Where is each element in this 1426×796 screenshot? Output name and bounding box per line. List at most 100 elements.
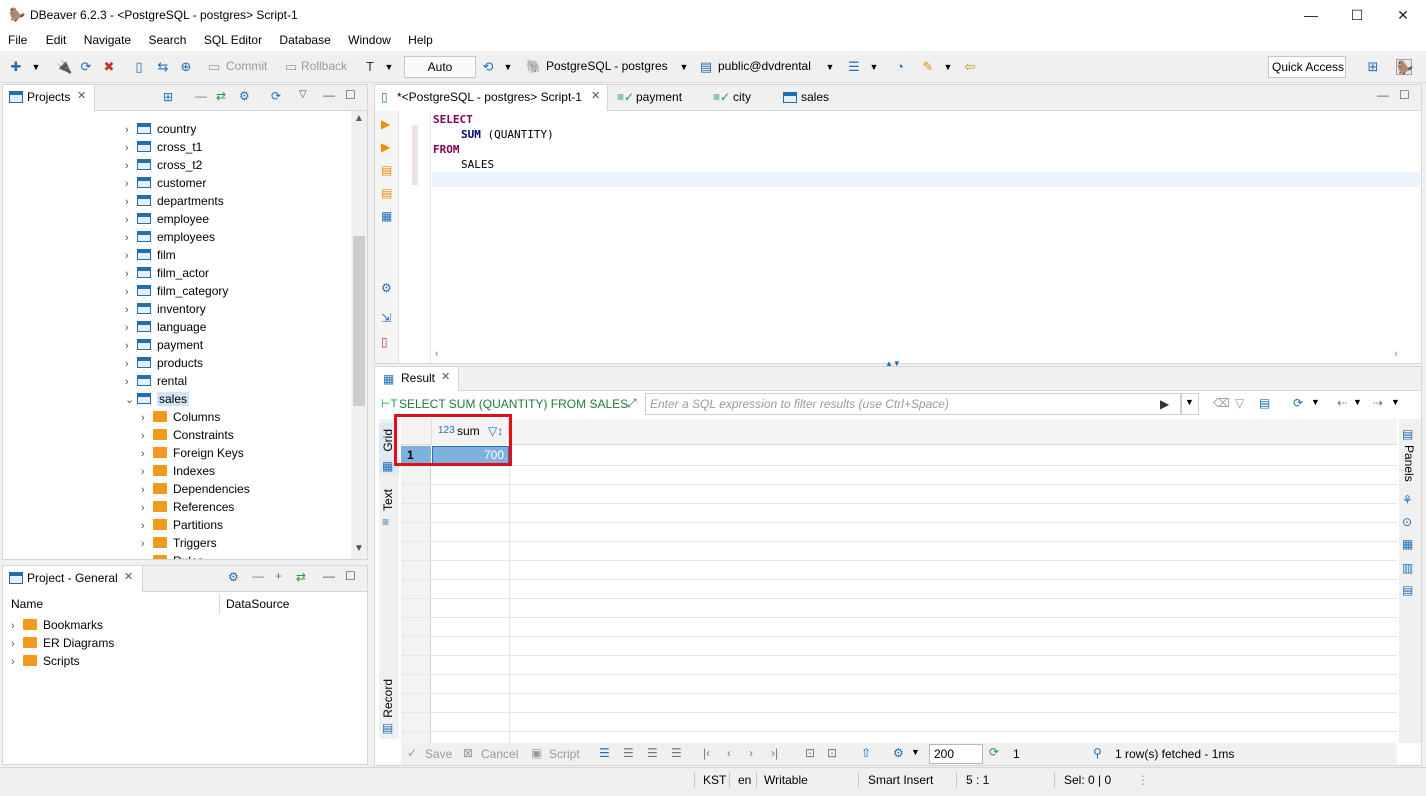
dashboard-icon[interactable]: ◔	[892, 59, 908, 75]
tree-item-customer[interactable]: › customer	[125, 174, 206, 192]
close-icon[interactable]: ✕	[124, 570, 133, 583]
chevron-right-icon[interactable]: ›	[125, 319, 137, 337]
chevron-right-icon[interactable]: ›	[141, 409, 153, 427]
chevron-right-icon[interactable]: ›	[125, 157, 137, 175]
tree-item-language[interactable]: › language	[125, 318, 206, 336]
scrollbar-thumb[interactable]	[353, 236, 365, 406]
chevron-right-icon[interactable]: ›	[125, 265, 137, 283]
tree-item-employees[interactable]: › employees	[125, 228, 215, 246]
metadata-icon[interactable]: ▥	[1402, 561, 1413, 575]
tools-icon[interactable]: ✎	[920, 59, 936, 75]
collapse-all-icon[interactable]: —	[195, 89, 207, 103]
tree-item-cross-t1[interactable]: › cross_t1	[125, 138, 202, 156]
chevron-right-icon[interactable]: ›	[125, 229, 137, 247]
panels-label[interactable]: Panels	[1402, 445, 1416, 482]
filter-history-dropdown[interactable]: ▼	[1181, 393, 1199, 415]
tree-item-rules[interactable]: › Rules	[141, 552, 204, 559]
invalidate-reconnect-icon[interactable]: ⟳	[78, 59, 94, 75]
tree-scrollbar[interactable]: ▲ ▼	[351, 111, 367, 559]
tab-text-view[interactable]: Text ≡	[379, 485, 399, 535]
tree-item-columns[interactable]: › Columns	[141, 408, 220, 426]
open-perspective-icon[interactable]: ⊞	[1365, 59, 1381, 75]
disconnect-icon[interactable]: ✖	[101, 59, 117, 75]
outline-icon[interactable]: ☰	[846, 59, 862, 75]
rollback-icon[interactable]: ▭	[283, 59, 299, 75]
chevron-down-icon[interactable]: ▼	[911, 747, 920, 757]
close-icon[interactable]: ✕	[77, 89, 86, 102]
edit-row-icon[interactable]: ☰	[599, 746, 610, 760]
chevron-down-icon[interactable]: ▼	[381, 59, 397, 75]
chevron-right-icon[interactable]: ›	[125, 193, 137, 211]
tree-item-partitions[interactable]: › Partitions	[141, 516, 223, 534]
first-page-icon[interactable]: |‹	[703, 746, 710, 760]
chevron-down-icon[interactable]: ▼	[1391, 397, 1400, 407]
tree-item-references[interactable]: › References	[141, 498, 234, 516]
refresh-icon[interactable]: ⟳	[1293, 396, 1303, 410]
menu-edit[interactable]: Edit	[46, 31, 67, 47]
tab-projects[interactable]: Projects ✕	[3, 85, 95, 111]
chevron-down-icon[interactable]: ▼	[676, 59, 692, 75]
chevron-right-icon[interactable]: ›	[141, 427, 153, 445]
chevron-down-icon[interactable]: ▼	[500, 59, 516, 75]
cancel-button[interactable]: Cancel	[481, 747, 518, 761]
chevron-down-icon[interactable]: ▼	[28, 59, 44, 75]
general-item-bookmarks[interactable]: › Bookmarks	[11, 618, 103, 632]
chevron-right-icon[interactable]: ›	[125, 175, 137, 193]
execute-statement-icon[interactable]: ▶	[381, 117, 390, 131]
tab-sales[interactable]: sales	[779, 85, 839, 111]
chevron-right-icon[interactable]: ›	[11, 638, 23, 650]
tab-script-1[interactable]: ▯ *<PostgreSQL - postgres> Script-1 ✕	[375, 85, 608, 111]
chevron-right-icon[interactable]: ›	[141, 499, 153, 517]
tree-item-dependencies[interactable]: › Dependencies	[141, 480, 250, 498]
chevron-up-icon[interactable]: ▲	[354, 113, 364, 124]
bookmark-icon[interactable]: ⇦	[962, 59, 978, 75]
tree-item-foreign-keys[interactable]: › Foreign Keys	[141, 444, 244, 462]
transaction-mode-button[interactable]: Auto	[404, 56, 476, 78]
tree-item-departments[interactable]: › departments	[125, 192, 224, 210]
minimize-panel-icon[interactable]: —	[323, 88, 335, 102]
chevron-right-icon[interactable]: ›	[125, 373, 137, 391]
new-editor-icon[interactable]: ⊕	[178, 59, 194, 75]
run-filter-icon[interactable]: ▶	[1160, 397, 1169, 411]
chevron-right-icon[interactable]: ›	[125, 355, 137, 373]
tab-record-view[interactable]: Record ▤	[379, 675, 399, 739]
add-row-icon[interactable]: ☰	[623, 746, 634, 760]
menu-help[interactable]: Help	[408, 31, 433, 47]
transaction-icon[interactable]: ▯	[131, 59, 147, 75]
general-item-scripts[interactable]: › Scripts	[11, 654, 80, 668]
arrow-left-icon[interactable]: ⇠	[1337, 396, 1347, 410]
transaction-mode-icon[interactable]: T	[362, 59, 378, 75]
chevron-right-icon[interactable]: ›	[141, 445, 153, 463]
execute-script-icon[interactable]: ▤	[381, 163, 392, 177]
view-menu-icon[interactable]: ▽	[299, 89, 307, 100]
dbeaver-perspective-icon[interactable]: 🦫	[1396, 59, 1413, 75]
menu-navigate[interactable]: Navigate	[84, 31, 131, 47]
chevron-left-icon[interactable]: ‹	[435, 348, 439, 360]
execute-script-new-tab-icon[interactable]: ▤	[381, 186, 392, 200]
new-script-icon[interactable]: ▯	[381, 335, 388, 349]
menu-database[interactable]: Database	[279, 31, 330, 47]
link-editor-icon[interactable]: ⇄	[296, 570, 306, 584]
chevron-right-icon[interactable]: ›	[11, 656, 23, 668]
value-viewer-icon[interactable]: ▤	[1402, 583, 1413, 597]
close-icon[interactable]: ✕	[441, 370, 450, 383]
add-icon[interactable]: +	[275, 569, 282, 583]
menu-file[interactable]: File	[8, 31, 27, 47]
chevron-right-icon[interactable]: ›	[141, 535, 153, 553]
chevron-down-icon[interactable]: ▼	[1353, 397, 1362, 407]
chevron-down-icon[interactable]: ▼	[1311, 397, 1320, 407]
fetch-size-input[interactable]: 200	[929, 744, 983, 764]
new-connection-icon[interactable]: ✚	[8, 59, 24, 75]
save-icon[interactable]: ✓	[407, 746, 417, 760]
maximize-panel-icon[interactable]: ☐	[345, 569, 356, 583]
chevron-right-icon[interactable]: ›	[141, 463, 153, 481]
chevron-right-icon[interactable]: ›	[125, 139, 137, 157]
chevron-right-icon[interactable]: ›	[11, 620, 23, 632]
rollback-button[interactable]: Rollback	[301, 59, 347, 73]
chevron-right-icon[interactable]: ›	[141, 553, 153, 559]
tree-item-triggers[interactable]: › Triggers	[141, 534, 217, 552]
history-icon[interactable]: ⟲	[480, 59, 496, 75]
tree-item-rental[interactable]: › rental	[125, 372, 187, 390]
chevron-down-icon[interactable]: ▼	[822, 59, 838, 75]
chevron-right-icon[interactable]: ›	[125, 211, 137, 229]
